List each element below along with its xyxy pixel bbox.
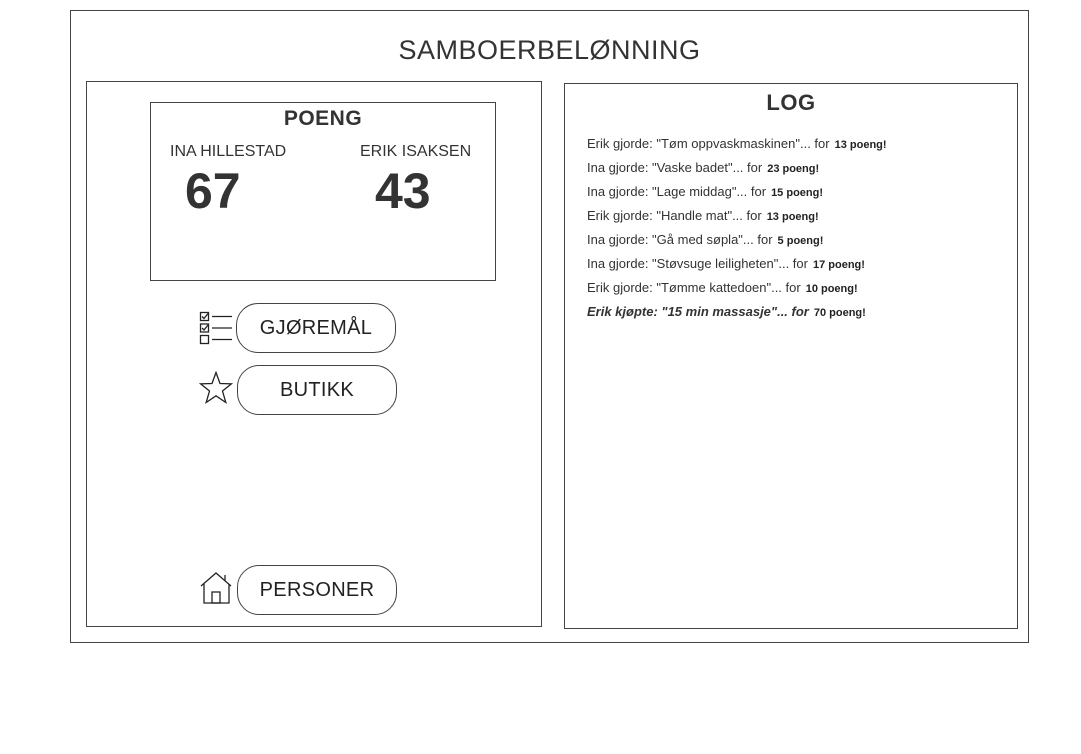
log-entry-text: Ina gjorde: "Vaske badet"... for (587, 160, 763, 175)
log-panel: LOG Erik gjorde: "Tøm oppvaskmaskinen"..… (564, 83, 1018, 629)
log-entry-points: 70 poeng! (813, 307, 866, 319)
log-entry: Erik gjorde: "Handle mat"... for 13 poeng… (587, 206, 1007, 230)
log-entry-text: Erik gjorde: "Tøm oppvaskmaskinen"... fo… (587, 136, 830, 151)
person-ina: INA HILLESTAD 67 (170, 143, 320, 221)
chores-button[interactable]: GJØREMÅL (236, 303, 396, 353)
log-entry-points: 13 poeng! (766, 211, 819, 223)
log-entry-points: 13 poeng! (834, 139, 887, 151)
score-title: POENG (283, 107, 363, 130)
log-entry-text: Erik gjorde: "Tømme kattedoen"... for (587, 280, 801, 295)
person-erik: ERIK ISAKSEN 43 (360, 143, 510, 221)
log-entry: Erik gjorde: "Tøm oppvaskmaskinen"... fo… (587, 134, 1007, 158)
star-icon (198, 370, 234, 410)
house-icon (199, 571, 235, 610)
log-entry-purchase: Erik kjøpte: "15 min massasje"... for 70 … (587, 302, 1007, 326)
log-entry-points: 10 poeng! (805, 283, 858, 295)
log-entry-text: Erik gjorde: "Handle mat"... for (587, 208, 762, 223)
shop-button[interactable]: BUTIKK (237, 365, 397, 415)
people-button[interactable]: PERSONER (237, 565, 397, 615)
log-entry-text: Ina gjorde: "Gå med søpla"... for (587, 232, 773, 247)
log-entry-text: Erik kjøpte: "15 min massasje"... for (587, 304, 809, 319)
person-score: 43 (375, 163, 431, 219)
log-entry-points: 23 poeng! (767, 163, 820, 175)
log-entry-points: 5 poeng! (777, 235, 824, 247)
log-entry: Ina gjorde: "Lage middag"... for 15 poeng… (587, 182, 1007, 206)
log-entry: Erik gjorde: "Tømme kattedoen"... for 10 … (587, 278, 1007, 302)
log-entry-points: 15 poeng! (771, 187, 824, 199)
log-entry-points: 17 poeng! (812, 259, 865, 271)
log-list: Erik gjorde: "Tøm oppvaskmaskinen"... fo… (587, 134, 1007, 326)
log-entry-text: Ina gjorde: "Lage middag"... for (587, 184, 767, 199)
log-entry: Ina gjorde: "Gå med søpla"... for 5 poeng… (587, 230, 1007, 254)
log-title: LOG (766, 90, 816, 115)
score-box: POENG INA HILLESTAD 67 ERIK ISAKSEN 43 (150, 102, 496, 281)
log-entry: Ina gjorde: "Støvsuge leiligheten"... fo… (587, 254, 1007, 278)
checklist-icon (199, 311, 233, 350)
person-name: ERIK ISAKSEN (360, 143, 472, 160)
log-entry-text: Ina gjorde: "Støvsuge leiligheten"... fo… (587, 256, 808, 271)
log-entry: Ina gjorde: "Vaske badet"... for 23 poeng… (587, 158, 1007, 182)
app-title: SAMBOERBELØNNING (398, 35, 701, 65)
person-score: 67 (185, 163, 241, 219)
person-name: INA HILLESTAD (170, 143, 287, 160)
